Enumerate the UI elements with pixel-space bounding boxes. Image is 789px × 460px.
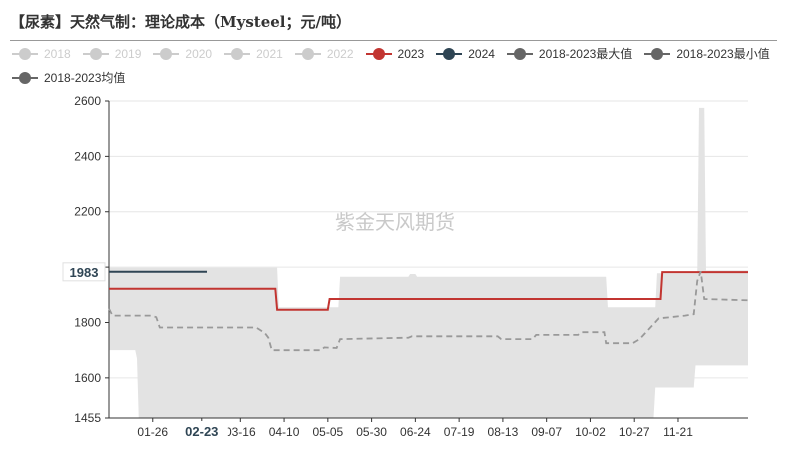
range-band: [109, 107, 748, 419]
x-tick-label: 01-26: [137, 425, 168, 439]
x-tick-label: 10-02: [575, 425, 606, 439]
chart-plot: 紫金天风期货 145516001800200022002400260001-26…: [62, 94, 749, 441]
x-tick-label: 04-10: [269, 425, 300, 439]
x-tick-label: 03-16: [225, 425, 256, 439]
y-tick-label: 2600: [74, 94, 101, 108]
x-tick-label: 07-19: [444, 425, 475, 439]
y-tick-label: 2400: [74, 149, 101, 163]
watermark: 紫金天风期货: [335, 211, 455, 234]
y-tick-label: 1600: [74, 371, 101, 385]
x-tick-label: 05-05: [312, 425, 343, 439]
x-tick-label: 11-21: [663, 425, 693, 439]
x-tick-label: 05-30: [356, 425, 387, 439]
axis-pointer-y-label: 1983: [70, 265, 99, 280]
x-tick-label: 09-07: [531, 425, 562, 439]
y-tick-label: 1800: [74, 315, 101, 329]
x-tick-label: 08-13: [488, 425, 519, 439]
y-tick-label: 1455: [74, 411, 101, 425]
axis-pointer-x-label: 02-23: [185, 424, 218, 439]
x-tick-label: 10-27: [619, 425, 650, 439]
x-tick-label: 06-24: [400, 425, 431, 439]
y-tick-label: 2200: [74, 205, 101, 219]
